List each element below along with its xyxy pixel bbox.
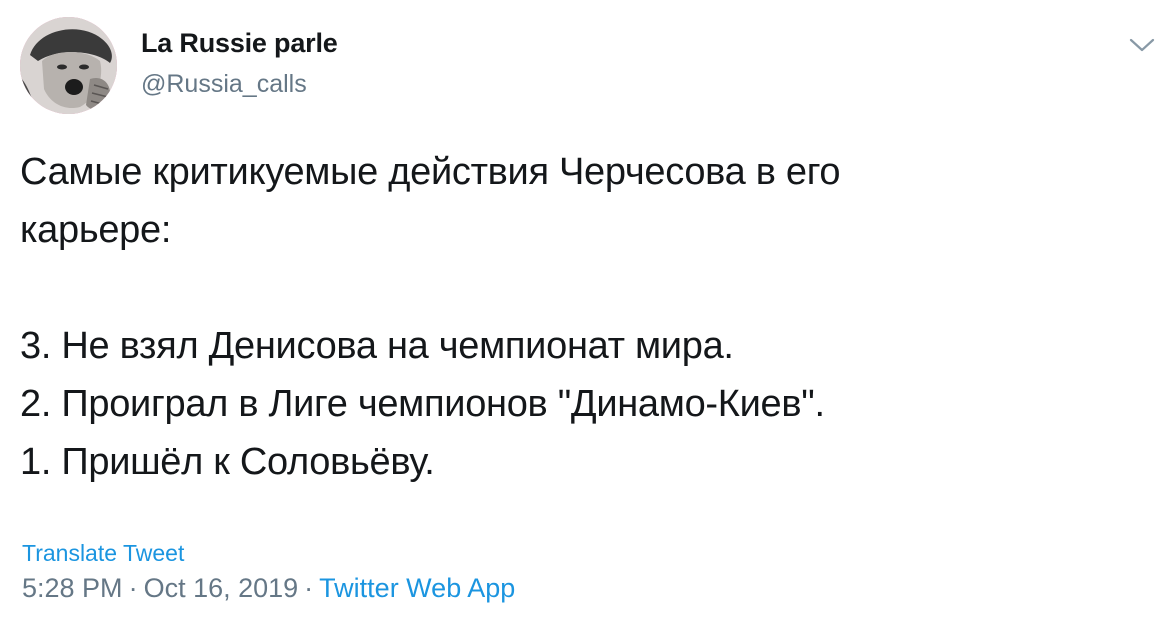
tweet-line: Самые критикуемые действия Черчесова в е…	[20, 151, 841, 193]
author-display-name[interactable]: La Russie parle	[141, 28, 338, 59]
tweet-line: 2. Проиграл в Лиге чемпионов "Динамо-Кие…	[20, 383, 825, 425]
author-handle[interactable]: @Russia_calls	[141, 70, 307, 99]
tweet-line: карьере:	[20, 209, 172, 251]
tweet-date[interactable]: Oct 16, 2019	[144, 573, 299, 603]
tweet-card: La Russie parle @Russia_calls Самые крит…	[0, 0, 1174, 636]
meta-separator: ·	[128, 573, 138, 603]
translate-tweet-link[interactable]: Translate Tweet	[22, 540, 184, 567]
tweet-text: Самые критикуемые действия Черчесова в е…	[20, 143, 1140, 491]
meta-separator: ·	[304, 573, 314, 603]
tweet-time[interactable]: 5:28 PM	[22, 573, 123, 603]
vintage-woman-shouting-avatar-icon	[20, 17, 117, 114]
author-avatar[interactable]	[20, 17, 117, 114]
chevron-down-icon[interactable]	[1126, 30, 1158, 62]
tweet-line: 1. Пришёл к Соловьёву.	[20, 441, 435, 483]
tweet-metadata: 5:28 PM · Oct 16, 2019 · Twitter Web App	[22, 573, 515, 604]
tweet-source-link[interactable]: Twitter Web App	[319, 573, 515, 603]
tweet-line: 3. Не взял Денисова на чемпионат мира.	[20, 325, 734, 367]
